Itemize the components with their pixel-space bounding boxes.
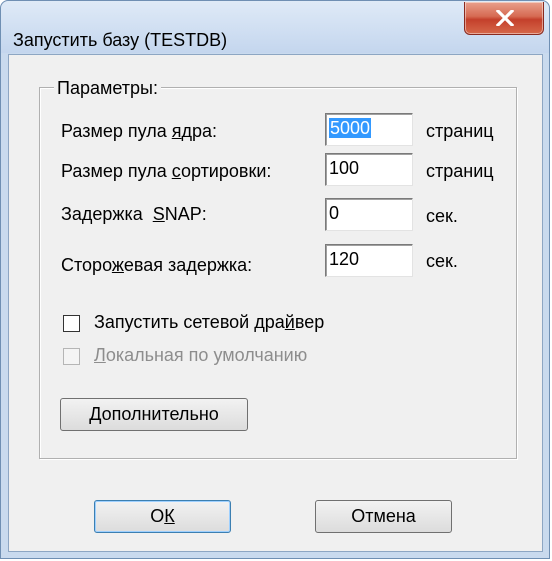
local-default-label: Локальная по умолчанию xyxy=(94,345,308,365)
watchdog-delay-unit: сек. xyxy=(426,251,458,271)
kernel-pool-size-unit: страниц xyxy=(426,121,494,141)
local-default-checkbox xyxy=(63,348,80,365)
sort-pool-size-label: Размер пула сортировки: xyxy=(61,161,272,181)
network-driver-checkbox[interactable] xyxy=(63,315,80,332)
kernel-pool-size-label: Размер пула ядра: xyxy=(61,121,218,141)
ok-button[interactable]: ОК xyxy=(94,500,231,533)
watchdog-delay-label: Сторожевая задержка: xyxy=(61,255,253,275)
advanced-button[interactable]: Дополнительно xyxy=(60,398,248,431)
sort-pool-size-unit: страниц xyxy=(426,161,494,181)
sort-pool-size-input[interactable]: 100 xyxy=(325,153,413,186)
snap-delay-input[interactable]: 0 xyxy=(325,198,413,231)
cancel-button[interactable]: Отмена xyxy=(315,500,452,533)
parameters-group-label: Параметры: xyxy=(54,78,161,99)
kernel-pool-size-input[interactable]: 5000 xyxy=(325,113,413,146)
snap-delay-unit: сек. xyxy=(426,206,458,226)
window-title: Запустить базу (TESTDB) xyxy=(13,30,228,50)
watchdog-delay-input[interactable]: 120 xyxy=(325,244,413,277)
snap-delay-label: Задержка SNAP: xyxy=(61,204,207,224)
close-icon xyxy=(496,10,514,26)
network-driver-label[interactable]: Запустить сетевой драйвер xyxy=(94,312,324,333)
close-button[interactable] xyxy=(464,2,544,35)
